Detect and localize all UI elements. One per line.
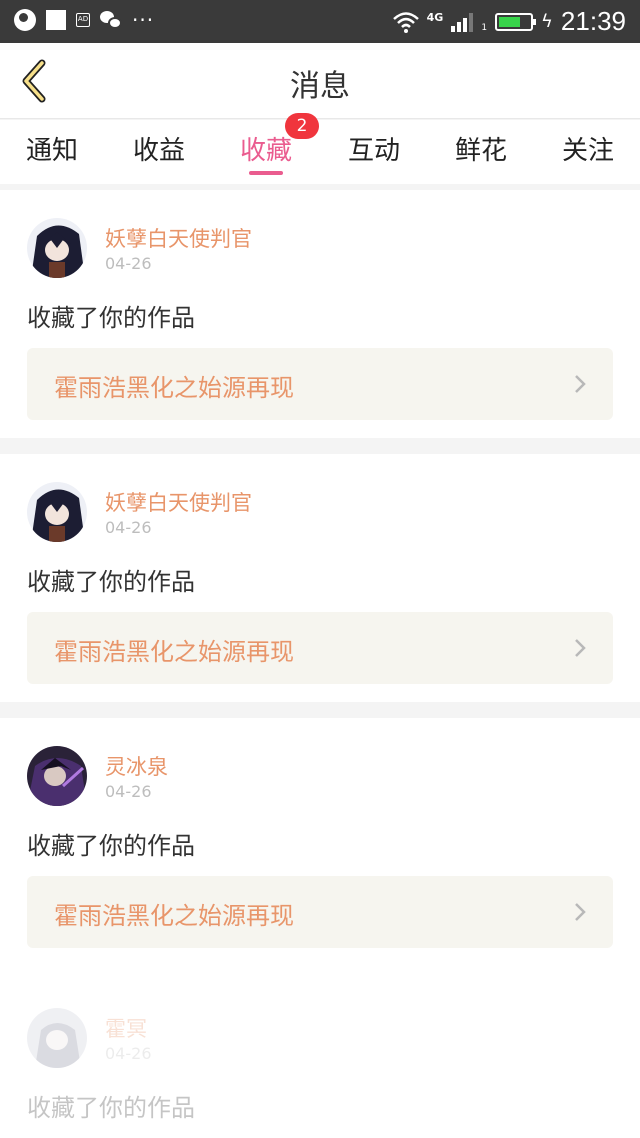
message-text: 收藏了你的作品 bbox=[27, 1094, 195, 1122]
tab-bar: 通知 收益 收藏 互动 鲜花 关注 bbox=[0, 120, 640, 184]
message-card: 灵冰泉 04-26 收藏了你的作品 霍雨浩黑化之始源再现 bbox=[0, 718, 640, 966]
active-tab-indicator bbox=[249, 171, 283, 175]
network-type: 4G bbox=[426, 11, 444, 24]
status-bar: AD ··· 4G 1 ϟ 21:39 bbox=[0, 0, 640, 43]
page-title: 消息 bbox=[290, 69, 350, 104]
message-date: 04-26 bbox=[105, 1044, 152, 1063]
ad-icon: AD bbox=[76, 13, 90, 27]
battery-icon bbox=[495, 12, 537, 31]
message-card: 霍冥 04-26 收藏了你的作品 bbox=[0, 965, 640, 1138]
avatar[interactable] bbox=[27, 1008, 87, 1068]
charging-icon: ϟ bbox=[541, 11, 553, 32]
tab-favorites[interactable]: 收藏 bbox=[240, 130, 292, 167]
message-date: 04-26 bbox=[105, 518, 152, 537]
wifi-icon bbox=[392, 11, 419, 33]
message-card: 妖孽白天使判官 04-26 收藏了你的作品 霍雨浩黑化之始源再现 bbox=[0, 190, 640, 438]
message-card: 妖孽白天使判官 04-26 收藏了你的作品 霍雨浩黑化之始源再现 bbox=[0, 454, 640, 702]
tab-notifications[interactable]: 通知 bbox=[26, 130, 78, 167]
avatar[interactable] bbox=[27, 218, 87, 278]
sim-number: 1 bbox=[481, 22, 488, 33]
globe-icon bbox=[14, 9, 36, 31]
wechat-icon bbox=[100, 11, 122, 29]
status-time: 21:39 bbox=[560, 6, 626, 36]
work-title: 霍雨浩黑化之始源再现 bbox=[54, 902, 294, 930]
avatar[interactable] bbox=[27, 746, 87, 806]
avatar[interactable] bbox=[27, 482, 87, 542]
message-date: 04-26 bbox=[105, 254, 152, 273]
more-icon: ··· bbox=[132, 8, 155, 32]
tab-following[interactable]: 关注 bbox=[562, 130, 614, 167]
chevron-right-icon bbox=[575, 375, 586, 393]
work-link[interactable]: 霍雨浩黑化之始源再现 bbox=[27, 348, 613, 420]
work-link[interactable]: 霍雨浩黑化之始源再现 bbox=[27, 876, 613, 948]
unread-badge: 2 bbox=[285, 113, 319, 139]
work-link[interactable]: 霍雨浩黑化之始源再现 bbox=[27, 612, 613, 684]
chevron-right-icon bbox=[575, 639, 586, 657]
tab-flowers[interactable]: 鲜花 bbox=[455, 130, 507, 167]
square-icon bbox=[46, 10, 66, 30]
username[interactable]: 妖孽白天使判官 bbox=[105, 223, 252, 253]
username[interactable]: 妖孽白天使判官 bbox=[105, 487, 252, 517]
message-text: 收藏了你的作品 bbox=[27, 304, 195, 332]
username[interactable]: 霍冥 bbox=[105, 1013, 147, 1043]
work-title: 霍雨浩黑化之始源再现 bbox=[54, 374, 294, 402]
work-title: 霍雨浩黑化之始源再现 bbox=[54, 638, 294, 666]
header: 消息 bbox=[0, 43, 640, 119]
message-date: 04-26 bbox=[105, 782, 152, 801]
message-text: 收藏了你的作品 bbox=[27, 568, 195, 596]
username[interactable]: 灵冰泉 bbox=[105, 751, 168, 781]
tab-earnings[interactable]: 收益 bbox=[133, 130, 185, 167]
tab-interactions[interactable]: 互动 bbox=[348, 130, 400, 167]
signal-icon bbox=[451, 12, 474, 32]
chevron-right-icon bbox=[575, 903, 586, 921]
message-text: 收藏了你的作品 bbox=[27, 832, 195, 860]
